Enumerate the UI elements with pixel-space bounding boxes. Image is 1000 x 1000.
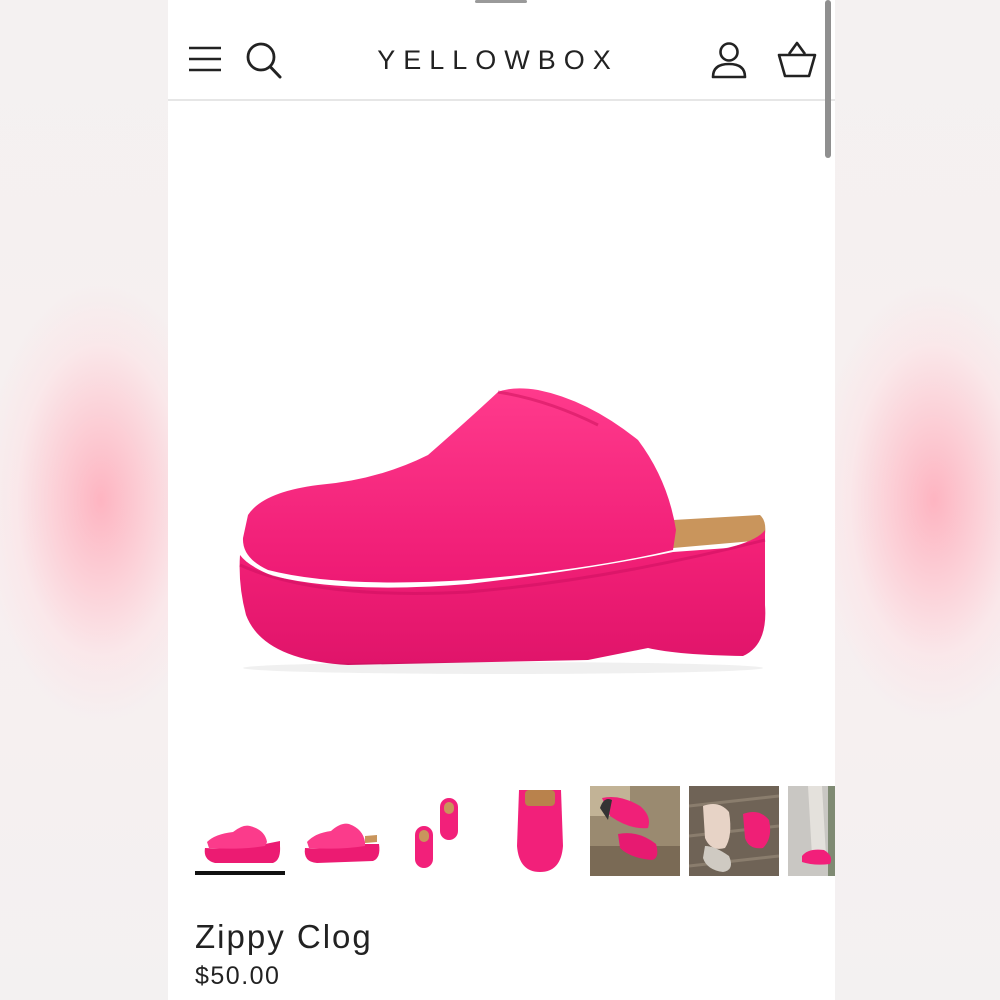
thumbnail-1[interactable]: [195, 786, 285, 876]
thumbnail-2[interactable]: [295, 786, 385, 876]
account-icon[interactable]: [710, 40, 748, 80]
brand-logo[interactable]: YELLOWBOX: [358, 45, 638, 76]
thumbnail-3[interactable]: [395, 786, 485, 876]
thumbnail-5[interactable]: [590, 786, 680, 876]
basket-icon[interactable]: [777, 40, 817, 80]
thumbnail-4[interactable]: [495, 786, 585, 876]
menu-icon[interactable]: [188, 44, 222, 74]
scrollbar[interactable]: [825, 0, 831, 158]
thumbnail-6[interactable]: [689, 786, 779, 876]
product-main-image[interactable]: [168, 100, 835, 780]
blurred-background-left: [0, 0, 168, 1000]
search-icon[interactable]: [245, 40, 283, 80]
thumbnail-strip: [168, 780, 835, 880]
selected-thumbnail-indicator: [195, 871, 285, 875]
product-title: Zippy Clog: [195, 918, 373, 955]
product-page: YELLOWBOX Zippy Clog $50.00: [168, 0, 835, 1000]
thumbnail-7[interactable]: [788, 786, 835, 876]
blurred-background-right: [835, 0, 1000, 1000]
site-header: YELLOWBOX: [168, 0, 835, 101]
product-price: $50.00: [195, 962, 281, 990]
